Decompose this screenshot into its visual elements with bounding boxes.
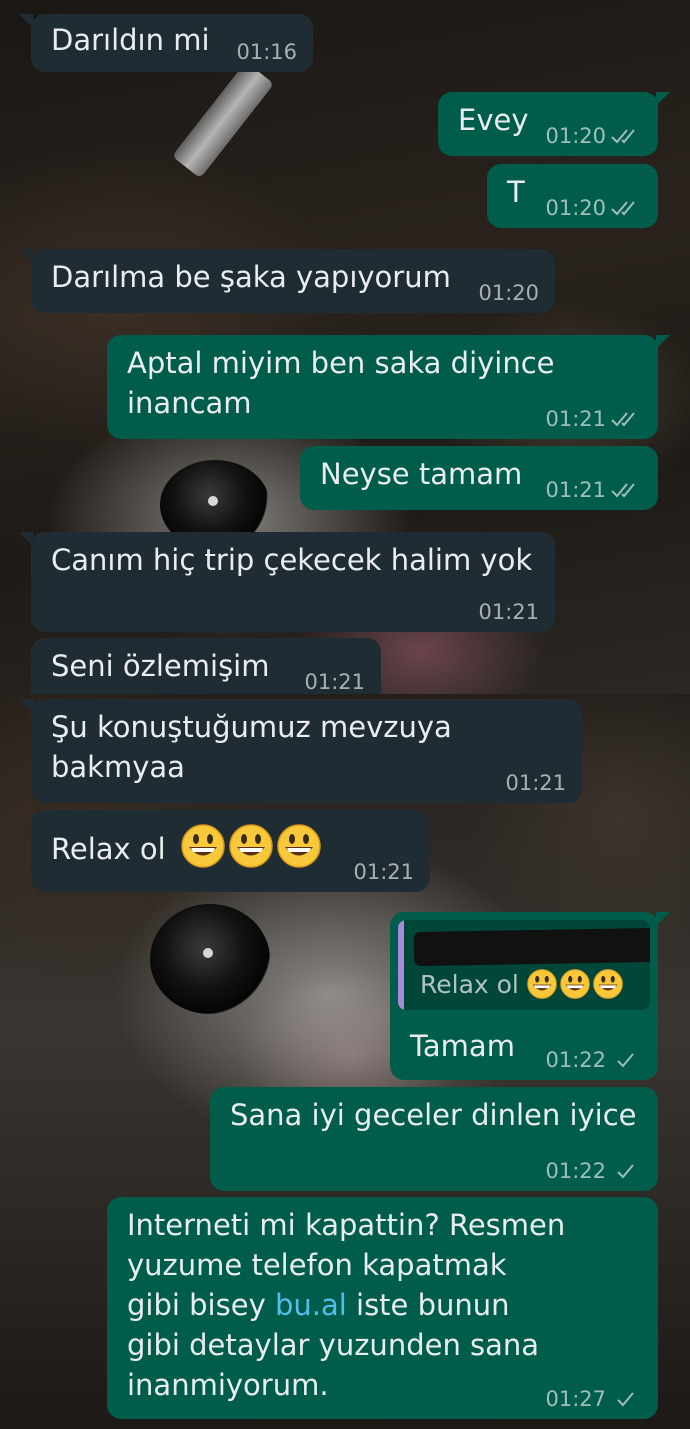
quoted-message-text: Relax ol [420,968,626,1002]
message-text: Tamam [410,1029,515,1063]
message-time: 01:20 [478,281,539,305]
wallpaper-cat-eye [150,904,270,1014]
double-check-icon [610,409,642,429]
message-meta: 01:21 [505,771,566,795]
message-meta: 01:20 [545,196,642,220]
message-text-line: Şu konuştuğumuz mevzuya [51,710,452,744]
message-text-line: Aptal miyim ben saka diyince [127,346,555,380]
quote-accent-bar [398,920,404,1010]
grinning-face-emoji [181,824,225,868]
message-text: Neyse tamam [320,457,523,491]
message-bubble-outgoing-reply[interactable]: Relax ol Tamam 01:22 [390,912,670,1080]
message-time: 01:21 [545,478,606,502]
message-meta: 01:16 [236,40,297,64]
message-link[interactable]: bu.al [275,1288,347,1322]
message-bubble-outgoing[interactable]: Interneti mi kapattin? Resmen yuzume tel… [107,1197,658,1419]
message-meta: 01:20 [545,124,642,148]
message-meta: 01:21 [304,670,365,694]
message-text-line: gibi bisey bu.al iste bunun [127,1288,510,1322]
check-icon [610,1161,642,1181]
message-bubble-outgoing[interactable]: T 01:20 [487,164,658,228]
message-text: Seni özlemişim [51,649,270,683]
double-check-icon [610,126,642,146]
message-time: 01:20 [545,196,606,220]
message-text-line: Interneti mi kapattin? Resmen [127,1208,566,1242]
message-text: Relax ol [51,832,166,866]
message-meta: 01:20 [478,281,539,305]
message-text: Canım hiç trip çekecek halim yok [51,543,533,577]
wallpaper-object [171,61,275,179]
double-check-icon [610,480,642,500]
message-time: 01:20 [545,124,606,148]
message-text-line: gibi detaylar yuzunden sana [127,1328,540,1362]
message-text: Evey [458,103,529,137]
message-time: 01:21 [478,600,539,624]
double-check-icon [610,198,642,218]
message-meta: 01:21 [353,860,414,884]
message-bubble-incoming[interactable]: Canım hiç trip çekecek halim yok 01:21 [19,532,555,632]
message-text: Sana iyi geceler dinlen iyice [230,1098,637,1132]
message-time: 01:21 [353,860,414,884]
quoted-message[interactable]: Relax ol [398,920,650,1010]
grinning-face-emoji [229,824,273,868]
message-time: 01:22 [545,1159,606,1183]
message-time: 01:21 [505,771,566,795]
message-bubble-incoming[interactable]: Seni özlemişim 01:21 [31,638,381,694]
message-meta: 01:21 [545,478,642,502]
redacted-sender-name [413,927,650,967]
message-bubble-incoming[interactable]: Şu konuştuğumuz mevzuya bakmyaa 01:21 [19,699,582,803]
grinning-face-emoji [277,824,321,868]
message-meta: 01:22 [545,1159,642,1183]
message-text-line: yuzume telefon kapatmak [127,1248,507,1282]
message-text: T [507,175,525,209]
message-bubble-outgoing[interactable]: Evey 01:20 [438,92,670,156]
grinning-face-emoji [593,969,623,999]
message-meta: 01:21 [478,600,539,624]
message-text-line: bakmyaa [51,750,185,784]
message-bubble-incoming[interactable]: Relax ol 01:21 [31,810,430,892]
message-time: 01:22 [545,1048,606,1072]
grinning-face-emoji [527,969,557,999]
message-text: Darıldın mi [51,23,210,57]
check-icon [610,1389,642,1409]
message-meta: 01:22 [545,1048,642,1072]
message-bubble-incoming[interactable]: Darılma be şaka yapıyorum 01:20 [19,249,555,313]
message-time: 01:16 [236,40,297,64]
message-meta: 01:21 [545,407,642,431]
message-time: 01:21 [545,407,606,431]
message-bubble-outgoing[interactable]: Sana iyi geceler dinlen iyice 01:22 [210,1087,658,1191]
check-icon [610,1050,642,1070]
message-text: Darılma be şaka yapıyorum [51,260,451,294]
message-time: 01:21 [304,670,365,694]
message-bubble-incoming[interactable]: Darıldın mi 01:16 [19,14,313,72]
grinning-face-emoji [560,969,590,999]
message-bubble-outgoing[interactable]: Aptal miyim ben saka diyince inancam 01:… [107,335,670,439]
message-bubble-outgoing[interactable]: Neyse tamam 01:21 [300,446,658,510]
message-time: 01:27 [545,1387,606,1411]
message-meta: 01:27 [545,1387,642,1411]
